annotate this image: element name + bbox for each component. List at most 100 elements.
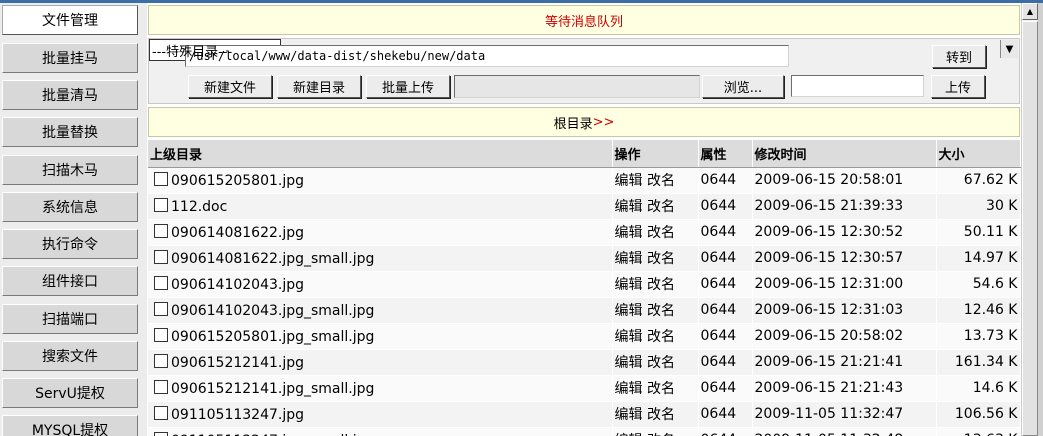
file-name-link[interactable]: 090615212141.jpg <box>171 355 304 371</box>
sidebar-item-batch-inject[interactable]: 批量挂马 <box>2 43 138 73</box>
row-checkbox[interactable] <box>154 249 168 264</box>
attr-cell[interactable]: 0644 <box>698 219 753 246</box>
window-edge <box>1038 3 1043 436</box>
table-row: 112.doc 编辑 改名 0644 2009-06-15 21:39:33 30 K <box>148 193 1021 220</box>
rename-link[interactable]: 改名 <box>647 329 675 345</box>
edit-link[interactable]: 编辑 <box>615 251 643 267</box>
attr-cell[interactable]: 0644 <box>698 297 753 324</box>
rename-link[interactable]: 改名 <box>647 303 675 319</box>
row-checkbox[interactable] <box>154 379 168 394</box>
edit-link[interactable]: 编辑 <box>615 407 643 423</box>
scroll-thumb[interactable] <box>1022 21 1038 436</box>
batch-upload-button[interactable]: 批量上传 <box>366 75 450 98</box>
message-queue-banner: 等待消息队列 <box>148 5 1020 35</box>
vertical-scrollbar[interactable]: ▲ <box>1021 3 1039 436</box>
scroll-up-icon[interactable]: ▲ <box>1022 3 1038 20</box>
attr-cell[interactable]: 0644 <box>698 245 753 272</box>
attr-cell[interactable]: 0644 <box>698 271 753 298</box>
edit-link[interactable]: 编辑 <box>615 225 643 241</box>
rename-link[interactable]: 改名 <box>647 199 675 215</box>
file-name-link[interactable]: 090614081622.jpg_small.jpg <box>171 251 374 267</box>
mtime-cell: 2009-11-05 11:32:48 <box>752 427 937 436</box>
file-name-cell: 090614102043.jpg_small.jpg <box>148 297 613 324</box>
mtime-cell: 2009-06-15 12:30:57 <box>752 245 937 272</box>
file-name-link[interactable]: 090615205801.jpg_small.jpg <box>171 329 374 345</box>
row-checkbox[interactable] <box>154 171 168 186</box>
edit-link[interactable]: 编辑 <box>615 381 643 397</box>
attr-cell[interactable]: 0644 <box>698 193 753 220</box>
upload-file-field[interactable] <box>454 75 700 98</box>
row-checkbox[interactable] <box>154 275 168 290</box>
root-dir-link[interactable]: 根目录 <box>554 113 593 132</box>
row-checkbox[interactable] <box>154 327 168 342</box>
action-cell: 编辑 改名 <box>612 349 699 376</box>
sidebar-item-file-manager[interactable]: 文件管理 <box>2 5 138 35</box>
table-row: 090614102043.jpg_small.jpg 编辑 改名 0644 2009-… <box>148 297 1021 324</box>
rename-link[interactable]: 改名 <box>647 251 675 267</box>
file-name-link[interactable]: 090614081622.jpg <box>171 225 304 241</box>
file-name-link[interactable]: 112.doc <box>171 199 227 215</box>
sidebar-item-exec-command[interactable]: 执行命令 <box>2 229 138 259</box>
size-cell: 14.6 K <box>936 375 1021 402</box>
sidebar-item-mysql-escalate[interactable]: MYSQL提权 <box>2 415 138 436</box>
rename-link[interactable]: 改名 <box>647 355 675 371</box>
size-cell: 50.11 K <box>936 219 1021 246</box>
row-checkbox[interactable] <box>154 197 168 212</box>
file-name-link[interactable]: 090614102043.jpg <box>171 277 304 293</box>
sidebar-item-search-file[interactable]: 搜索文件 <box>2 341 138 371</box>
path-input[interactable]: /usr/local/www/data-dist/shekebu/new/dat… <box>185 45 789 67</box>
size-cell: 12.46 K <box>936 297 1021 324</box>
upload-button[interactable]: 上传 <box>931 75 985 98</box>
row-checkbox[interactable] <box>154 353 168 368</box>
rename-link[interactable]: 改名 <box>647 407 675 423</box>
size-cell: 30 K <box>936 193 1021 220</box>
browse-button[interactable]: 浏览... <box>702 75 784 98</box>
sidebar-item-component-api[interactable]: 组件接口 <box>2 266 138 296</box>
sidebar-item-system-info[interactable]: 系统信息 <box>2 192 138 222</box>
row-checkbox[interactable] <box>154 301 168 316</box>
edit-link[interactable]: 编辑 <box>615 329 643 345</box>
file-name-link[interactable]: 091105113247.jpg <box>171 407 304 423</box>
edit-link[interactable]: 编辑 <box>615 173 643 189</box>
attr-cell[interactable]: 0644 <box>698 167 753 194</box>
file-name-link[interactable]: 091105113247.jpg_small.jpg <box>171 433 374 436</box>
file-table: 上级目录 操作 属性 修改时间 大小 090615205801.jpg 编辑 改名… <box>148 140 1021 436</box>
attr-cell[interactable]: 0644 <box>698 375 753 402</box>
attr-cell[interactable]: 0644 <box>698 401 753 428</box>
sidebar-item-port-scan[interactable]: 扫描端口 <box>2 304 138 334</box>
sidebar-item-batch-clean[interactable]: 批量清马 <box>2 80 138 110</box>
edit-link[interactable]: 编辑 <box>615 199 643 215</box>
edit-link[interactable]: 编辑 <box>615 355 643 371</box>
rename-link[interactable]: 改名 <box>647 277 675 293</box>
table-row: 090614081622.jpg 编辑 改名 0644 2009-06-15 12:3… <box>148 219 1021 246</box>
upload-name-input[interactable] <box>791 75 924 97</box>
file-name-cell: 090615212141.jpg <box>148 349 613 376</box>
rename-link[interactable]: 改名 <box>647 173 675 189</box>
header-parent-dir[interactable]: 上级目录 <box>148 140 613 168</box>
rename-link[interactable]: 改名 <box>647 381 675 397</box>
attr-cell[interactable]: 0644 <box>698 323 753 350</box>
attr-cell[interactable]: 0644 <box>698 349 753 376</box>
row-checkbox[interactable] <box>154 405 168 420</box>
attr-cell[interactable]: 0644 <box>698 427 753 436</box>
new-dir-button[interactable]: 新建目录 <box>277 75 361 98</box>
table-row: 090615212141.jpg 编辑 改名 0644 2009-06-15 21:2… <box>148 349 1021 376</box>
edit-link[interactable]: 编辑 <box>615 277 643 293</box>
edit-link[interactable]: 编辑 <box>615 303 643 319</box>
chevron-down-icon[interactable]: ▼ <box>1000 40 1018 58</box>
go-button[interactable]: 转到 <box>932 45 986 68</box>
row-checkbox[interactable] <box>154 223 168 238</box>
file-name-link[interactable]: 090615212141.jpg_small.jpg <box>171 381 374 397</box>
header-mtime: 修改时间 <box>752 140 937 168</box>
row-checkbox[interactable] <box>154 431 168 436</box>
sidebar-item-scan-trojan[interactable]: 扫描木马 <box>2 155 138 185</box>
file-name-link[interactable]: 090615205801.jpg <box>171 173 304 189</box>
sidebar-item-batch-replace[interactable]: 批量替换 <box>2 117 138 147</box>
file-name-cell: 091105113247.jpg_small.jpg <box>148 427 613 436</box>
table-row: 090615205801.jpg 编辑 改名 0644 2009-06-15 20:5… <box>148 167 1021 194</box>
file-toolbar: /usr/local/www/data-dist/shekebu/new/dat… <box>148 38 1020 104</box>
file-name-link[interactable]: 090614102043.jpg_small.jpg <box>171 303 374 319</box>
rename-link[interactable]: 改名 <box>647 225 675 241</box>
new-file-button[interactable]: 新建文件 <box>188 75 272 98</box>
sidebar-item-servu-escalate[interactable]: ServU提权 <box>2 378 138 408</box>
